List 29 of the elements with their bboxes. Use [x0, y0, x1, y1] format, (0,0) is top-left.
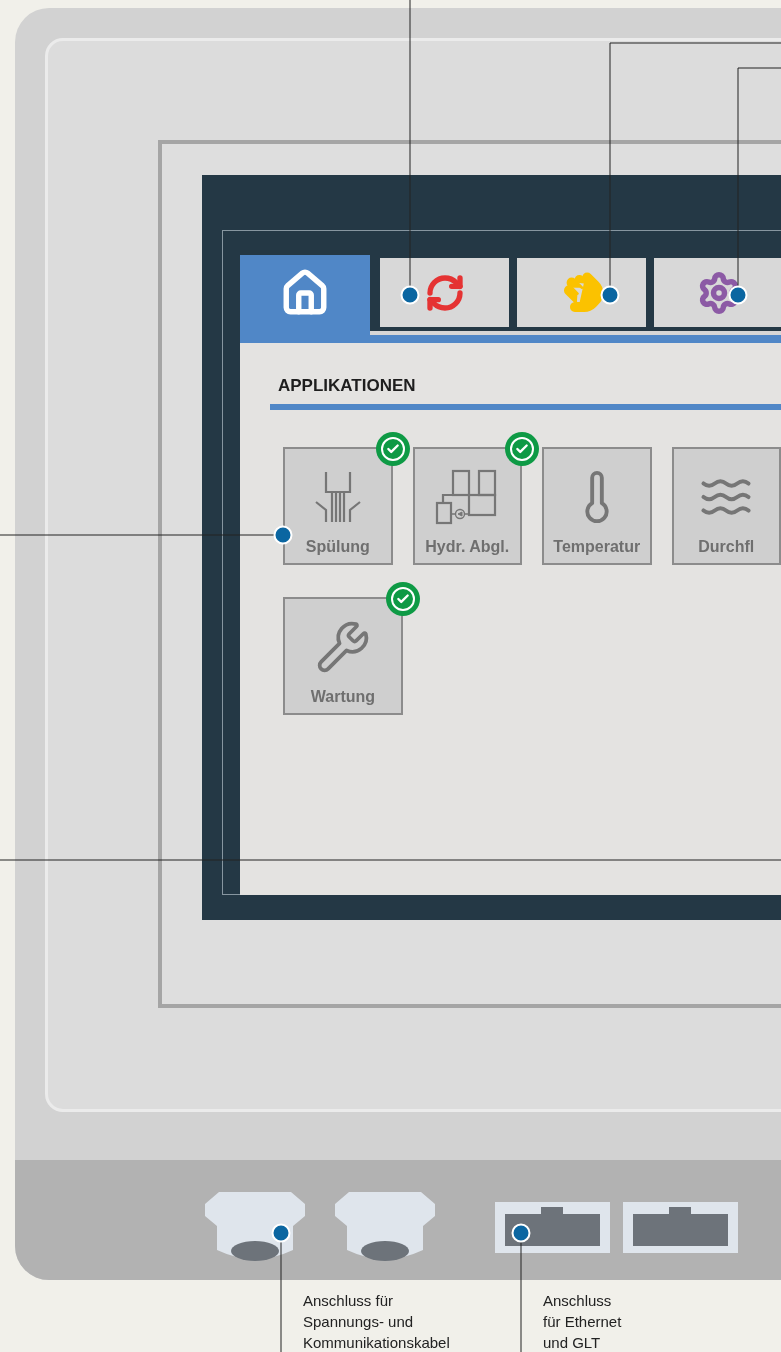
- app-label: Spülung: [305, 539, 370, 555]
- port-caption: Anschluss für Spannungs- und Kommunikationskabel: [303, 1291, 451, 1352]
- callout-dot: [400, 285, 420, 305]
- app-label: Hydr. Abgl.: [425, 539, 510, 555]
- callout-dot: [728, 285, 748, 305]
- callout-dot: [271, 1223, 291, 1243]
- app-tile[interactable]: Hydr. Abgl.: [412, 447, 522, 565]
- check-icon: [385, 442, 400, 456]
- callout-dot: [273, 525, 293, 545]
- app-tile[interactable]: Wartung: [283, 597, 403, 715]
- wrench-icon: [315, 619, 371, 675]
- app-label: Temperatur: [553, 539, 641, 555]
- check-icon: [396, 592, 410, 606]
- nav-tab[interactable]: [380, 258, 509, 327]
- port-caption: Anschluss für Ethernet und GLT: [543, 1291, 623, 1352]
- nav-tab[interactable]: [240, 255, 370, 331]
- flushing-icon: [313, 470, 362, 524]
- sync-arrows-icon: [424, 272, 465, 313]
- callout-dot: [600, 285, 620, 305]
- app-tile[interactable]: Temperatur: [542, 447, 652, 565]
- app-tile[interactable]: Spülung: [283, 447, 393, 565]
- section-title: APPLIKATIONEN: [277, 377, 417, 394]
- app-tile[interactable]: Durchfl: [671, 447, 781, 565]
- nav-tab[interactable]: [654, 258, 781, 327]
- app-label: Wartung: [310, 689, 376, 705]
- callout-dot: [511, 1223, 531, 1243]
- app-label: Durchfl: [698, 539, 755, 555]
- nav-tab[interactable]: [517, 258, 646, 327]
- check-icon: [515, 442, 529, 456]
